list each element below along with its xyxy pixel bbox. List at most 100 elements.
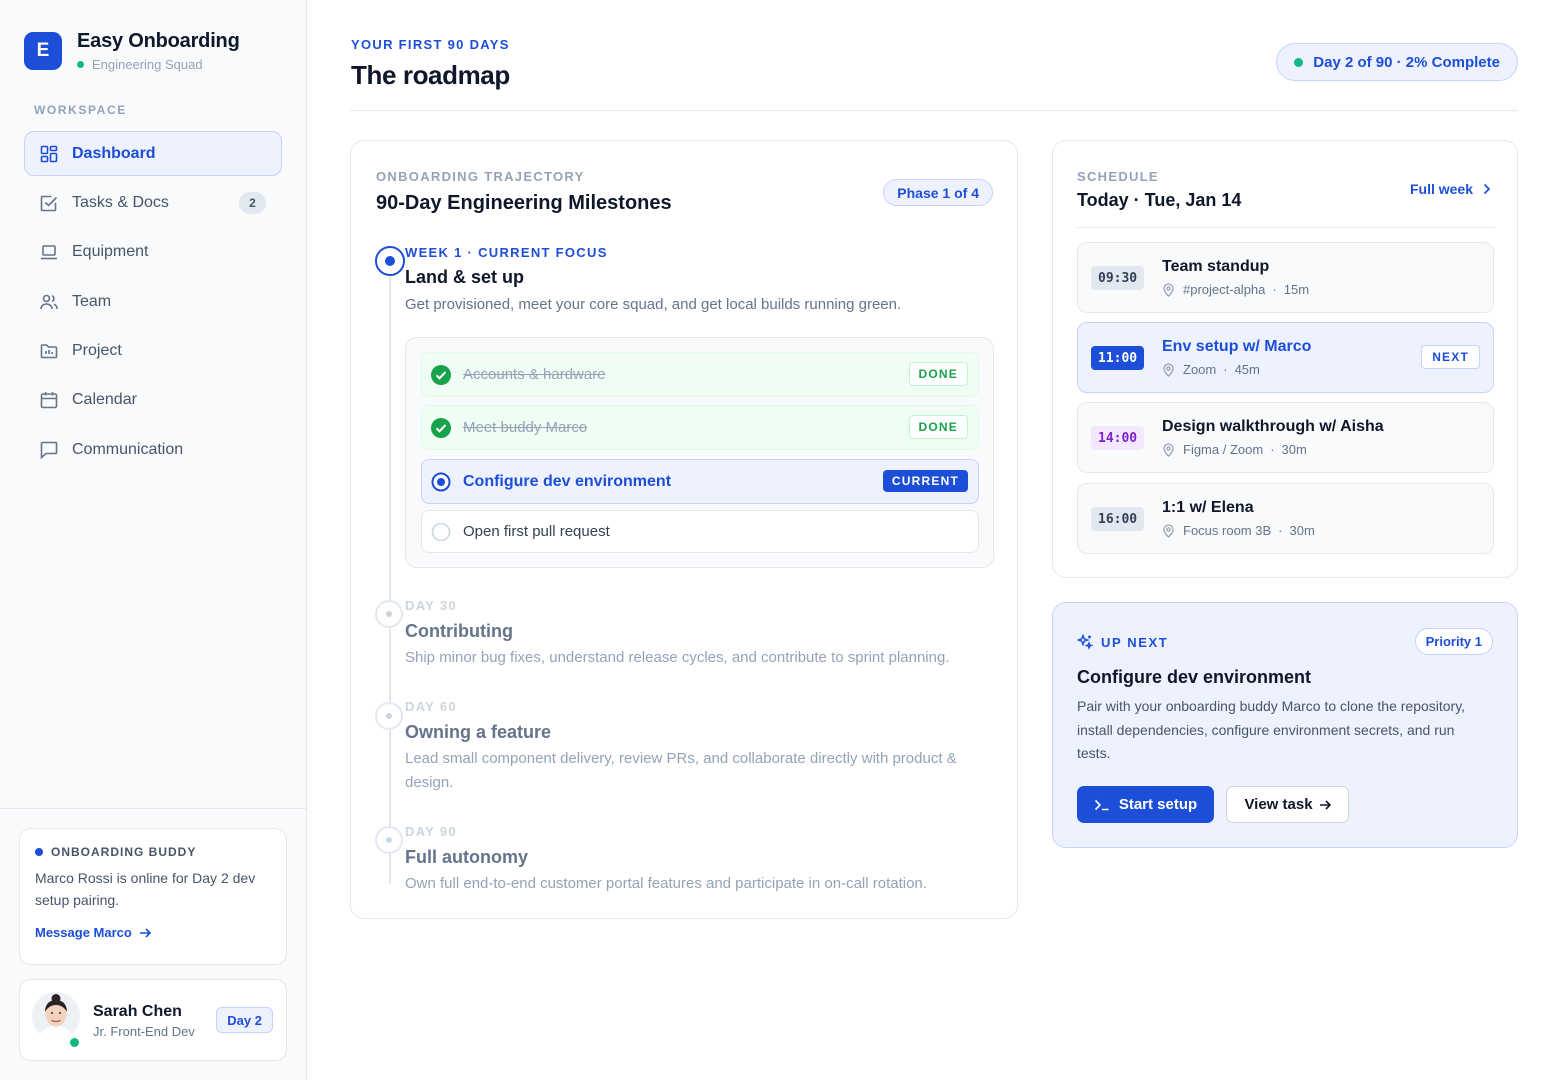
event-team-standup[interactable]: 09:30 Team standup #project-alpha · 15m bbox=[1077, 242, 1494, 313]
phase-name: Full autonomy bbox=[405, 847, 528, 867]
sidebar-item-label: Tasks & Docs bbox=[72, 193, 169, 211]
phase-eyebrow: DAY 60 bbox=[405, 699, 457, 714]
user-day-badge: Day 2 bbox=[216, 1007, 273, 1033]
task-label: Open first pull request bbox=[463, 523, 610, 540]
priority-pill: Priority 1 bbox=[1414, 628, 1493, 655]
location-pin-icon bbox=[1162, 282, 1175, 297]
arrow-right-icon bbox=[1319, 799, 1331, 811]
brand[interactable]: E Easy Onboarding Engineering Squad bbox=[24, 30, 240, 72]
task-meet-buddy[interactable]: Meet buddy Marco DONE bbox=[421, 405, 979, 450]
event-env-setup[interactable]: 11:00 Env setup w/ Marco Zoom · 45m NEXT bbox=[1077, 322, 1494, 393]
message-marco-link[interactable]: Message Marco bbox=[35, 925, 271, 940]
event-time: 16:00 bbox=[1091, 507, 1145, 531]
calendar-icon bbox=[39, 390, 59, 410]
folder-icon bbox=[39, 341, 59, 361]
phase-day-90: DAY 90 Full autonomy Own full end-to-end… bbox=[405, 824, 995, 896]
event-meta: Figma / Zoom · 30m bbox=[1162, 442, 1307, 457]
event-time: 11:00 bbox=[1091, 346, 1145, 370]
sidebar-item-team[interactable]: Team bbox=[24, 279, 282, 324]
progress-pill: Day 2 of 90 · 2% Complete bbox=[1276, 43, 1518, 81]
task-open-first-pr[interactable]: Open first pull request bbox=[421, 510, 979, 553]
chat-icon bbox=[39, 440, 59, 460]
sidebar-item-project[interactable]: Project bbox=[24, 329, 282, 374]
app-name: Easy Onboarding bbox=[77, 30, 240, 52]
schedule-card: SCHEDULE Today · Tue, Jan 14 Full week 0… bbox=[1052, 140, 1518, 578]
timeline-marker-day-30 bbox=[375, 600, 403, 628]
task-label: Meet buddy Marco bbox=[463, 419, 588, 436]
start-setup-button[interactable]: Start setup bbox=[1077, 786, 1214, 823]
sidebar-divider bbox=[0, 808, 306, 809]
timeline-marker-current bbox=[375, 246, 405, 276]
user-name: Sarah Chen bbox=[93, 1003, 182, 1020]
phase-desc: Lead small component delivery, review PR… bbox=[405, 750, 957, 791]
sidebar-item-equipment[interactable]: Equipment bbox=[24, 230, 282, 275]
sidebar-item-dashboard[interactable]: Dashboard bbox=[24, 131, 282, 176]
schedule-title: Today · Tue, Jan 14 bbox=[1077, 190, 1242, 210]
event-title: 1:1 w/ Elena bbox=[1162, 499, 1254, 516]
phase-eyebrow: DAY 90 bbox=[405, 824, 457, 839]
online-dot bbox=[77, 61, 84, 68]
user-role: Jr. Front-End Dev bbox=[93, 1024, 195, 1039]
header-divider bbox=[350, 110, 1518, 111]
up-next-title: Configure dev environment bbox=[1077, 667, 1312, 687]
timeline-marker-day-60 bbox=[375, 702, 403, 730]
next-tag: NEXT bbox=[1421, 345, 1480, 369]
task-checklist: Accounts & hardware DONE Meet buddy Marc… bbox=[405, 337, 994, 568]
roadmap-title: 90-Day Engineering Milestones bbox=[376, 192, 672, 214]
phase-day-30: DAY 30 Contributing Ship minor bug fixes… bbox=[405, 598, 995, 670]
tasks-count-badge: 2 bbox=[239, 192, 266, 215]
task-accounts-hardware[interactable]: Accounts & hardware DONE bbox=[421, 352, 979, 397]
task-configure-dev-env[interactable]: Configure dev environment CURRENT bbox=[421, 459, 979, 504]
roadmap-eyebrow: ONBOARDING TRAJECTORY bbox=[376, 169, 585, 184]
timeline-marker-day-90 bbox=[375, 826, 403, 854]
schedule-divider bbox=[1077, 227, 1495, 228]
workspace-label: WORKSPACE bbox=[34, 103, 127, 117]
buddy-title: ONBOARDING BUDDY bbox=[35, 845, 271, 859]
location-pin-icon bbox=[1162, 442, 1175, 457]
task-status-badge: DONE bbox=[908, 415, 968, 439]
roadmap-card: ONBOARDING TRAJECTORY 90-Day Engineering… bbox=[350, 140, 1018, 919]
sidebar: E Easy Onboarding Engineering Squad WORK… bbox=[0, 0, 307, 1080]
radio-empty-icon bbox=[431, 522, 451, 542]
phase-desc: Own full end-to-end customer portal feat… bbox=[405, 875, 927, 892]
view-task-button[interactable]: View task bbox=[1226, 786, 1349, 823]
dashboard-icon bbox=[39, 144, 59, 164]
phase-name: Contributing bbox=[405, 621, 513, 641]
phase-name: Land & set up bbox=[405, 267, 525, 287]
event-meta: Focus room 3B · 30m bbox=[1162, 523, 1315, 538]
sidebar-item-label: Dashboard bbox=[72, 144, 156, 162]
sidebar-item-calendar[interactable]: Calendar bbox=[24, 378, 282, 423]
buddy-card: ONBOARDING BUDDY Marco Rossi is online f… bbox=[19, 828, 287, 965]
check-circle-icon bbox=[431, 364, 451, 385]
user-card[interactable]: Sarah Chen Jr. Front-End Dev Day 2 bbox=[19, 979, 287, 1061]
team-name: Engineering Squad bbox=[77, 57, 240, 72]
task-status-badge: DONE bbox=[908, 362, 968, 386]
event-title: Team standup bbox=[1162, 258, 1270, 275]
event-one-on-one[interactable]: 16:00 1:1 w/ Elena Focus room 3B · 30m bbox=[1077, 483, 1494, 554]
page-title: The roadmap bbox=[351, 60, 510, 90]
event-design-walkthrough[interactable]: 14:00 Design walkthrough w/ Aisha Figma … bbox=[1077, 402, 1494, 473]
sidebar-nav: Dashboard Tasks & Docs 2 Equipment Team bbox=[24, 131, 282, 477]
timeline-line bbox=[389, 274, 391, 884]
phase-week-1: WEEK 1 · CURRENT FOCUS Land & set up Get… bbox=[405, 245, 995, 317]
phase-pill: Phase 1 of 4 bbox=[883, 179, 993, 206]
sidebar-item-label: Project bbox=[72, 342, 122, 360]
radio-selected-icon bbox=[431, 472, 451, 492]
phase-name: Owning a feature bbox=[405, 722, 552, 742]
location-pin-icon bbox=[1162, 523, 1175, 538]
up-next-card: UP NEXT Priority 1 Configure dev environ… bbox=[1052, 602, 1518, 848]
phase-day-60: DAY 60 Owning a feature Lead small compo… bbox=[405, 699, 995, 795]
full-week-link[interactable]: Full week bbox=[1410, 181, 1491, 197]
phase-eyebrow: WEEK 1 · CURRENT FOCUS bbox=[405, 245, 608, 260]
sidebar-item-tasks-docs[interactable]: Tasks & Docs 2 bbox=[24, 180, 282, 225]
sidebar-item-communication[interactable]: Communication bbox=[24, 427, 282, 472]
sidebar-item-label: Communication bbox=[72, 440, 184, 458]
up-next-description: Pair with your onboarding buddy Marco to… bbox=[1077, 698, 1466, 761]
buddy-text: Marco Rossi is online for Day 2 dev setu… bbox=[35, 870, 256, 908]
sidebar-item-label: Calendar bbox=[72, 391, 137, 409]
phase-desc: Get provisioned, meet your core squad, a… bbox=[405, 296, 902, 313]
phase-eyebrow: DAY 30 bbox=[405, 598, 457, 613]
schedule-eyebrow: SCHEDULE bbox=[1077, 169, 1159, 184]
event-title: Env setup w/ Marco bbox=[1162, 338, 1312, 355]
arrow-right-icon bbox=[139, 927, 151, 939]
